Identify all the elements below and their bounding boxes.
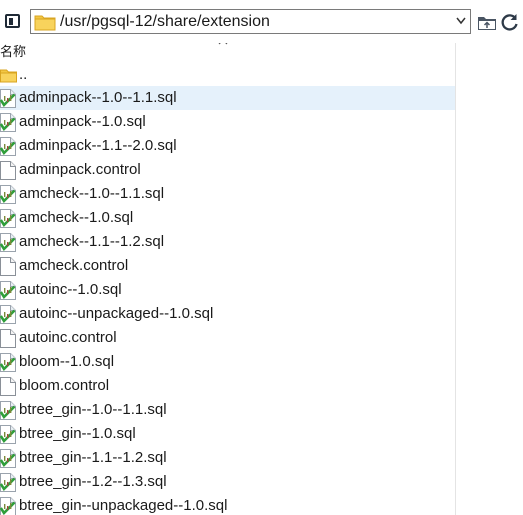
file-name: btree_gin--1.2--1.3.sql [19, 473, 167, 490]
file-name: autoinc--1.0.sql [19, 281, 122, 298]
file-row[interactable]: btree_gin--1.1--1.2.sql [0, 446, 455, 470]
file-row[interactable]: amcheck.control [0, 254, 455, 278]
sql-file-icon [0, 185, 16, 204]
file-name: autoinc.control [19, 329, 117, 346]
file-icon [0, 377, 16, 396]
sort-ascending-icon [218, 43, 228, 45]
sql-file-icon [0, 473, 16, 492]
chevron-down-icon[interactable] [456, 17, 466, 25]
sql-file-icon [0, 281, 16, 300]
file-row[interactable]: amcheck--1.1--1.2.sql [0, 230, 455, 254]
file-row[interactable]: btree_gin--1.0--1.1.sql [0, 398, 455, 422]
file-row[interactable]: btree_gin--1.2--1.3.sql [0, 470, 455, 494]
file-name: btree_gin--unpackaged--1.0.sql [19, 497, 228, 514]
right-pane-empty [455, 43, 523, 515]
sql-file-icon [0, 209, 16, 228]
toolbar: /usr/pgsql-12/share/extension [0, 0, 523, 43]
file-rows: adminpack--1.0--1.1.sql adminpack--1.0.s… [0, 86, 455, 515]
sql-file-icon [0, 497, 16, 515]
file-name: bloom.control [19, 377, 110, 394]
file-name: adminpack--1.0.sql [19, 113, 146, 130]
file-name: bloom--1.0.sql [19, 353, 115, 370]
file-icon [0, 161, 16, 180]
sidebar-toggle-icon [5, 14, 20, 28]
folder-icon [0, 69, 17, 83]
file-name: adminpack--1.0--1.1.sql [19, 89, 177, 106]
path-combobox[interactable]: /usr/pgsql-12/share/extension [30, 9, 471, 34]
file-row[interactable]: bloom.control [0, 374, 455, 398]
sql-file-icon [0, 113, 16, 132]
sql-file-icon [0, 401, 16, 420]
sql-file-icon [0, 89, 16, 108]
parent-dir-row[interactable]: .. [0, 64, 455, 86]
file-row[interactable]: adminpack.control [0, 158, 455, 182]
file-row[interactable]: bloom--1.0.sql [0, 350, 455, 374]
file-name: amcheck--1.0.sql [19, 209, 134, 226]
column-header[interactable]: 名称 [0, 43, 455, 64]
file-row[interactable]: btree_gin--unpackaged--1.0.sql [0, 494, 455, 515]
parent-dir-label: .. [19, 66, 28, 83]
file-row[interactable]: amcheck--1.0.sql [0, 206, 455, 230]
file-icon [0, 257, 16, 276]
file-row[interactable]: adminpack--1.1--2.0.sql [0, 134, 455, 158]
refresh-button[interactable] [499, 11, 521, 33]
sql-file-icon [0, 425, 16, 444]
name-column-header[interactable]: 名称 [0, 44, 26, 60]
path-input[interactable]: /usr/pgsql-12/share/extension [60, 12, 270, 32]
sql-file-icon [0, 353, 16, 372]
file-name: adminpack.control [19, 161, 141, 178]
file-name: btree_gin--1.0.sql [19, 425, 136, 442]
parent-folder-button[interactable] [476, 11, 498, 33]
file-name: btree_gin--1.1--1.2.sql [19, 449, 167, 466]
file-row[interactable]: autoinc--unpackaged--1.0.sql [0, 302, 455, 326]
file-icon [0, 329, 16, 348]
file-row[interactable]: autoinc--1.0.sql [0, 278, 455, 302]
file-name: amcheck--1.0--1.1.sql [19, 185, 165, 202]
file-row[interactable]: autoinc.control [0, 326, 455, 350]
file-row[interactable]: btree_gin--1.0.sql [0, 422, 455, 446]
file-list-pane: 名称 .. adminpack--1.0--1.1.sql adminpack-… [0, 43, 455, 515]
file-name: autoinc--unpackaged--1.0.sql [19, 305, 214, 322]
sql-file-icon [0, 449, 16, 468]
file-row[interactable]: adminpack--1.0--1.1.sql [0, 86, 455, 110]
sql-file-icon [0, 137, 16, 156]
toggle-tree-button[interactable] [3, 11, 25, 33]
file-row[interactable]: amcheck--1.0--1.1.sql [0, 182, 455, 206]
file-name: amcheck.control [19, 257, 129, 274]
file-name: adminpack--1.1--2.0.sql [19, 137, 177, 154]
folder-up-icon [478, 17, 496, 30]
sql-file-icon [0, 233, 16, 252]
refresh-icon [501, 14, 518, 31]
file-name: amcheck--1.1--1.2.sql [19, 233, 165, 250]
sql-file-icon [0, 305, 16, 324]
file-row[interactable]: adminpack--1.0.sql [0, 110, 455, 134]
file-name: btree_gin--1.0--1.1.sql [19, 401, 167, 418]
folder-icon [34, 15, 56, 31]
